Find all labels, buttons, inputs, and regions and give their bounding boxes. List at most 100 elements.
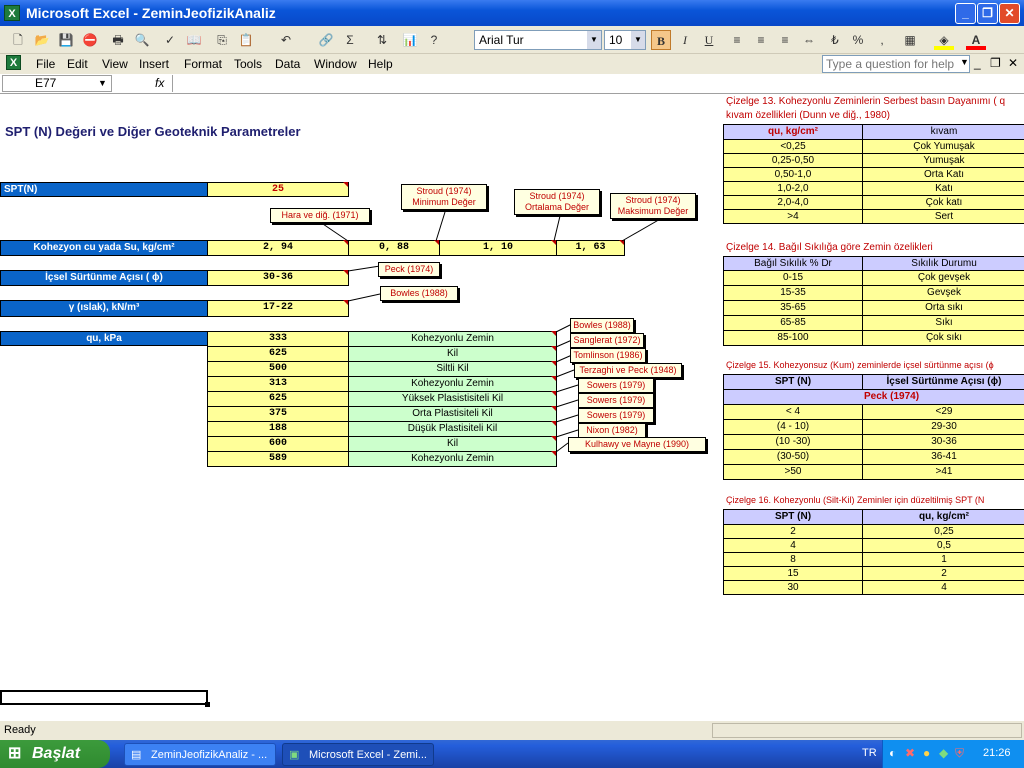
minimize-button[interactable]: _ bbox=[955, 3, 976, 24]
table-cell-left[interactable]: 15-35 bbox=[723, 285, 863, 301]
table-cell-right[interactable]: Sıkı bbox=[862, 315, 1024, 331]
table15-header-spt[interactable]: SPT (N) bbox=[723, 374, 863, 390]
sort-icon[interactable]: ⇅ bbox=[372, 30, 392, 50]
italic-button[interactable]: I bbox=[675, 30, 695, 50]
open-icon[interactable]: 📂 bbox=[32, 30, 52, 50]
excel-app-icon[interactable]: X bbox=[4, 5, 20, 21]
undo-icon[interactable]: ↶ bbox=[276, 30, 296, 50]
table-cell-left[interactable]: >4 bbox=[723, 209, 863, 224]
comment-peck[interactable]: Peck (1974) bbox=[378, 262, 440, 277]
doc-restore-button[interactable]: ❐ bbox=[990, 56, 1001, 70]
menu-edit[interactable]: Edit bbox=[67, 57, 88, 71]
chevron-down-icon[interactable]: ▼ bbox=[960, 57, 969, 67]
table-cell-left[interactable]: 0,25-0,50 bbox=[723, 153, 863, 168]
table-cell-left[interactable]: <0,25 bbox=[723, 139, 863, 154]
table-cell-right[interactable]: 30-36 bbox=[862, 434, 1024, 450]
table15-subheader[interactable]: Peck (1974) bbox=[723, 389, 1024, 405]
font-color-icon[interactable]: A bbox=[966, 30, 986, 50]
table-cell-right[interactable]: 2 bbox=[862, 566, 1024, 581]
paste-icon[interactable]: 📋 bbox=[236, 30, 256, 50]
tray-security-icon[interactable]: ◆ bbox=[939, 746, 948, 760]
align-center-icon[interactable]: ≡ bbox=[751, 30, 771, 50]
doc-close-button[interactable]: ✕ bbox=[1008, 56, 1018, 70]
menu-data[interactable]: Data bbox=[275, 57, 300, 71]
doc-minimize-button[interactable]: _ bbox=[974, 56, 981, 70]
table-cell-left[interactable]: 2 bbox=[723, 524, 863, 539]
menu-tools[interactable]: Tools bbox=[234, 57, 262, 71]
table-cell-left[interactable]: 15 bbox=[723, 566, 863, 581]
hyperlink-icon[interactable]: 🔗 bbox=[316, 30, 336, 50]
table-cell-right[interactable]: Orta Katı bbox=[862, 167, 1024, 182]
fill-handle[interactable] bbox=[205, 702, 210, 707]
comment-qu-source[interactable]: Bowles (1988) bbox=[570, 318, 634, 333]
tray-app-icon[interactable]: ● bbox=[923, 746, 930, 760]
align-left-icon[interactable]: ≡ bbox=[727, 30, 747, 50]
table-cell-left[interactable]: (30-50) bbox=[723, 449, 863, 465]
table-cell-right[interactable]: 1 bbox=[862, 552, 1024, 567]
tray-volume-icon[interactable]: ✖ bbox=[905, 746, 915, 760]
table16-header-spt[interactable]: SPT (N) bbox=[723, 509, 863, 525]
new-icon[interactable]: 🗋 bbox=[8, 30, 28, 50]
permission-icon[interactable]: ⛔ bbox=[80, 30, 100, 50]
table-cell-right[interactable]: Çok Yumuşak bbox=[862, 139, 1024, 154]
underline-button[interactable]: U bbox=[699, 30, 719, 50]
comment-qu-source[interactable]: Sowers (1979) bbox=[578, 378, 654, 393]
comment-qu-source[interactable]: Tomlinson (1986) bbox=[570, 348, 646, 363]
table15-header-phi[interactable]: İçsel Sürtünme Açısı (ϕ) bbox=[862, 374, 1024, 390]
table-cell-right[interactable]: 0,5 bbox=[862, 538, 1024, 553]
workbook-icon[interactable]: X bbox=[6, 55, 21, 70]
comment-qu-source[interactable]: Sowers (1979) bbox=[578, 393, 654, 408]
table14-header-dr[interactable]: Bağıl Sıkılık % Dr bbox=[723, 256, 863, 271]
bold-button[interactable]: B bbox=[651, 30, 671, 50]
selected-cell[interactable] bbox=[0, 690, 208, 705]
chevron-down-icon[interactable]: ▼ bbox=[587, 31, 601, 49]
table-cell-right[interactable]: Yumuşak bbox=[862, 153, 1024, 168]
comment-qu-source[interactable]: Terzaghi ve Peck (1948) bbox=[574, 363, 682, 378]
restore-button[interactable]: ❐ bbox=[977, 3, 998, 24]
comment-stroud-max[interactable]: Stroud (1974) Maksimum Değer bbox=[610, 193, 696, 219]
table-cell-left[interactable]: 8 bbox=[723, 552, 863, 567]
table-cell-right[interactable]: Gevşek bbox=[862, 285, 1024, 301]
table-cell-left[interactable]: >50 bbox=[723, 464, 863, 480]
font-size-select[interactable]: 10 ▼ bbox=[604, 30, 646, 50]
table-cell-right[interactable]: 4 bbox=[862, 580, 1024, 595]
tray-shield-icon[interactable]: ⛨ bbox=[955, 746, 964, 761]
percent-button[interactable]: % bbox=[848, 30, 868, 50]
table-cell-left[interactable]: 35-65 bbox=[723, 300, 863, 316]
table-cell-left[interactable]: 85-100 bbox=[723, 330, 863, 346]
table14-header-state[interactable]: Sıkılık Durumu bbox=[862, 256, 1024, 271]
help-search-input[interactable]: Type a question for help bbox=[822, 55, 970, 73]
table-cell-right[interactable]: Çok sıkı bbox=[862, 330, 1024, 346]
font-name-select[interactable]: Arial Tur ▼ bbox=[474, 30, 602, 50]
insert-function-icon[interactable]: fx bbox=[155, 76, 164, 90]
menu-file[interactable]: File bbox=[36, 57, 55, 71]
table-cell-right[interactable]: <29 bbox=[862, 404, 1024, 420]
comment-stroud-min[interactable]: Stroud (1974) Minimum Değer bbox=[401, 184, 487, 210]
comment-hara[interactable]: Hara ve diğ. (1971) bbox=[270, 208, 370, 223]
chart-wizard-icon[interactable]: 📊 bbox=[400, 30, 420, 50]
table-cell-left[interactable]: (4 - 10) bbox=[723, 419, 863, 435]
menu-window[interactable]: Window bbox=[314, 57, 357, 71]
table-cell-right[interactable]: Çok gevşek bbox=[862, 270, 1024, 286]
table-cell-right[interactable]: Sert bbox=[862, 209, 1024, 224]
comment-stroud-avg[interactable]: Stroud (1974) Ortalama Değer bbox=[514, 189, 600, 215]
table13-header-kivam[interactable]: kıvam bbox=[862, 124, 1024, 140]
copy-icon[interactable]: ⎘ bbox=[212, 30, 232, 50]
menu-help[interactable]: Help bbox=[368, 57, 393, 71]
worksheet[interactable]: SPT (N) Değeri ve Diğer Geoteknik Parame… bbox=[0, 94, 1024, 720]
table-cell-right[interactable]: 0,25 bbox=[862, 524, 1024, 539]
comment-qu-source[interactable]: Kulhawy ve Mayne (1990) bbox=[568, 437, 706, 452]
table-cell-left[interactable]: 1,0-2,0 bbox=[723, 181, 863, 196]
help-icon[interactable]: ? bbox=[424, 30, 444, 50]
save-icon[interactable]: 💾 bbox=[56, 30, 76, 50]
tray-network-icon[interactable]: ◐ bbox=[889, 746, 896, 760]
table-cell-left[interactable]: 0-15 bbox=[723, 270, 863, 286]
research-icon[interactable]: 📖 bbox=[184, 30, 204, 50]
table-cell-right[interactable]: Çok katı bbox=[862, 195, 1024, 210]
comment-qu-source[interactable]: Sowers (1979) bbox=[578, 408, 654, 423]
table-cell-right[interactable]: 36-41 bbox=[862, 449, 1024, 465]
table-cell-left[interactable]: 65-85 bbox=[723, 315, 863, 331]
start-button[interactable]: ⊞ Başlat bbox=[0, 740, 110, 768]
language-indicator[interactable]: TR bbox=[862, 747, 877, 759]
table13-header-qu[interactable]: qu, kg/cm² bbox=[723, 124, 863, 140]
